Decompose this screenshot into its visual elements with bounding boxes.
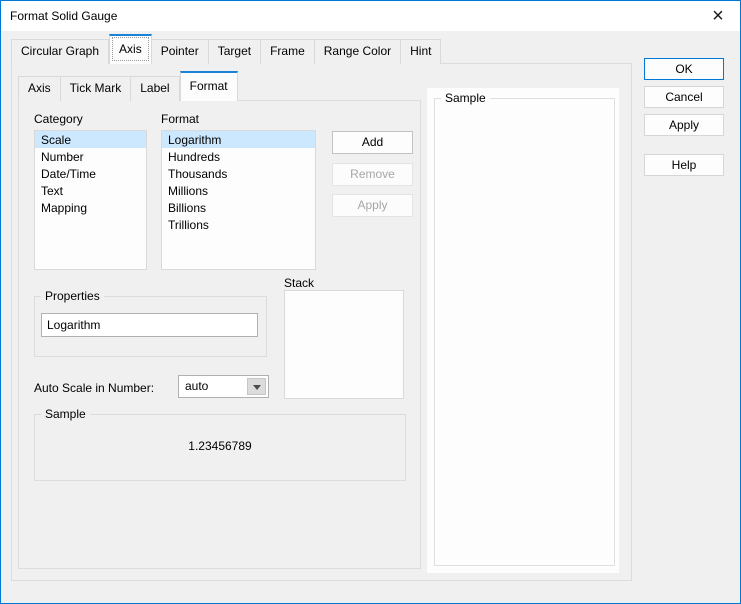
tab-axis[interactable]: Axis — [109, 34, 152, 64]
tab-target[interactable]: Target — [209, 39, 261, 64]
format-item[interactable]: Logarithm — [162, 131, 315, 148]
category-label: Category — [34, 112, 83, 126]
subtab-tick-mark[interactable]: Tick Mark — [61, 76, 132, 101]
tab-circular-graph[interactable]: Circular Graph — [11, 39, 109, 64]
sample-preview-legend: Sample — [441, 91, 490, 105]
format-solid-gauge-dialog: Format Solid Gauge × Sample Circular Gra… — [0, 0, 741, 604]
apply-format-button[interactable]: Apply — [332, 194, 413, 217]
category-item[interactable]: Number — [35, 148, 146, 165]
format-label: Format — [161, 112, 199, 126]
format-item[interactable]: Billions — [162, 199, 315, 216]
add-button[interactable]: Add — [332, 131, 413, 154]
category-item[interactable]: Mapping — [35, 199, 146, 216]
sub-tab-strip: Axis Tick Mark Label Format — [18, 71, 238, 101]
format-item[interactable]: Trillions — [162, 216, 315, 233]
close-icon[interactable]: × — [701, 3, 735, 29]
format-item[interactable]: Hundreds — [162, 148, 315, 165]
tab-pointer[interactable]: Pointer — [152, 39, 209, 64]
subtab-label[interactable]: Label — [131, 76, 179, 101]
remove-button[interactable]: Remove — [332, 163, 413, 186]
sample-preview-group: Sample — [434, 91, 615, 566]
tab-range-color[interactable]: Range Color — [315, 39, 401, 64]
cancel-button[interactable]: Cancel — [644, 86, 724, 108]
format-item[interactable]: Thousands — [162, 165, 315, 182]
apply-button[interactable]: Apply — [644, 114, 724, 136]
category-item[interactable]: Scale — [35, 131, 146, 148]
category-item[interactable]: Date/Time — [35, 165, 146, 182]
ok-button[interactable]: OK — [644, 58, 724, 80]
sample-value: 1.23456789 — [34, 439, 406, 453]
chevron-down-icon[interactable] — [247, 378, 266, 395]
category-listbox[interactable]: Scale Number Date/Time Text Mapping — [34, 130, 147, 270]
properties-legend: Properties — [41, 289, 104, 303]
dialog-title: Format Solid Gauge — [10, 9, 117, 23]
stack-listbox[interactable] — [284, 290, 404, 399]
auto-scale-label: Auto Scale in Number: — [34, 381, 154, 395]
subtab-format[interactable]: Format — [180, 71, 238, 101]
auto-scale-value: auto — [185, 379, 208, 393]
help-button[interactable]: Help — [644, 154, 724, 176]
auto-scale-select[interactable]: auto — [178, 375, 269, 398]
format-item[interactable]: Millions — [162, 182, 315, 199]
tab-hint[interactable]: Hint — [401, 39, 441, 64]
properties-input[interactable] — [41, 313, 258, 337]
main-tab-strip: Circular Graph Axis Pointer Target Frame… — [11, 34, 441, 64]
stack-label: Stack — [284, 276, 314, 290]
subtab-axis[interactable]: Axis — [18, 76, 61, 101]
title-bar: Format Solid Gauge × — [1, 1, 740, 31]
sample-legend: Sample — [41, 407, 90, 421]
tab-frame[interactable]: Frame — [261, 39, 315, 64]
format-listbox[interactable]: Logarithm Hundreds Thousands Millions Bi… — [161, 130, 316, 270]
category-item[interactable]: Text — [35, 182, 146, 199]
